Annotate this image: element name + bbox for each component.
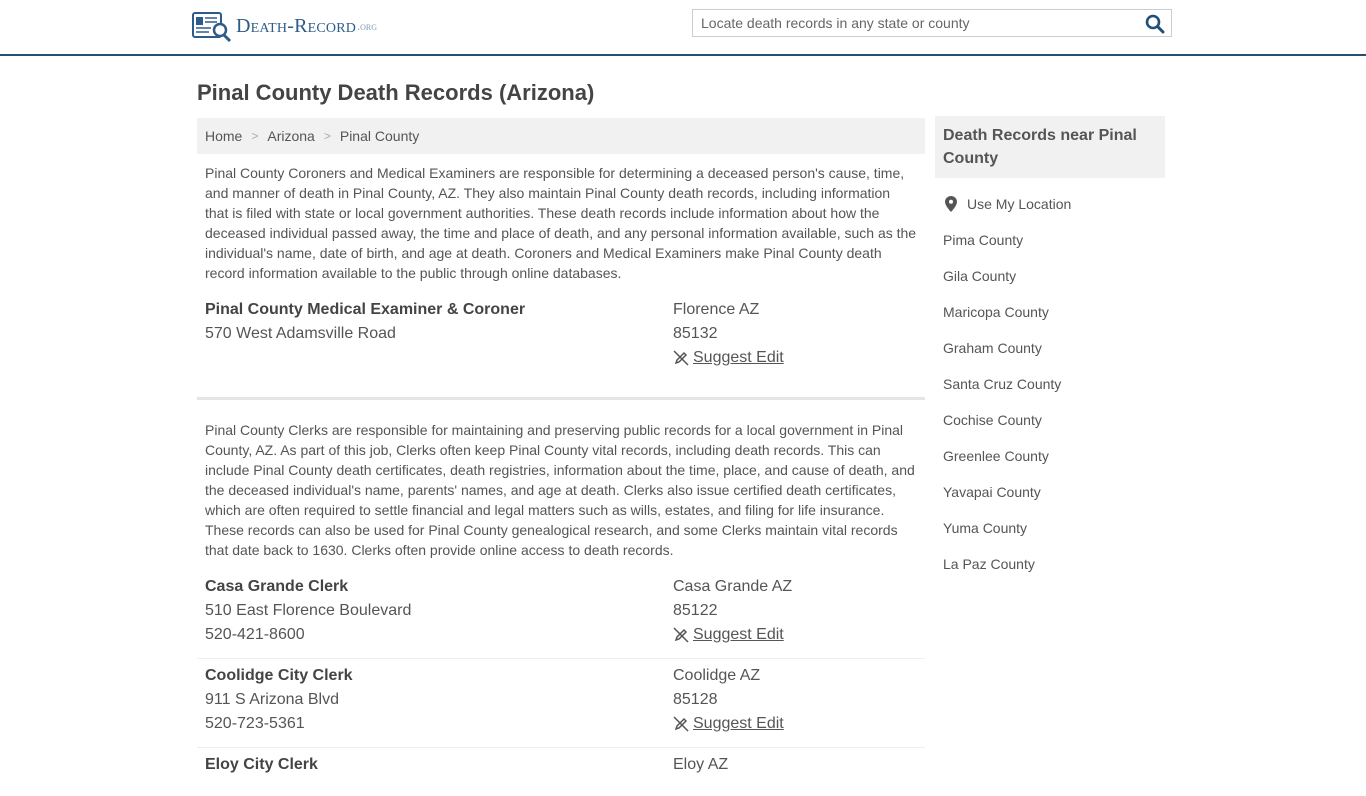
sidebar-heading: Death Records near Pinal County xyxy=(935,116,1165,178)
sidebar-county-link[interactable]: Graham County xyxy=(935,330,1165,366)
breadcrumb-separator: > xyxy=(251,129,259,143)
sidebar-county-link[interactable]: Pima County xyxy=(935,222,1165,258)
use-my-location-button[interactable]: Use My Location xyxy=(935,186,1165,222)
office-zip: 85132 xyxy=(673,325,718,342)
sidebar-county-link[interactable]: Yavapai County xyxy=(935,474,1165,510)
main-content: Home > Arizona > Pinal County Pinal Coun… xyxy=(197,118,925,796)
search-icon[interactable] xyxy=(1145,14,1165,34)
office-entry: Eloy City Clerk Eloy AZ xyxy=(197,756,925,796)
office-name: Casa Grande Clerk xyxy=(205,578,349,595)
sidebar-county-link[interactable]: La Paz County xyxy=(935,546,1165,582)
office-city: Casa Grande AZ xyxy=(673,578,793,595)
office-city: Coolidge AZ xyxy=(673,667,761,684)
office-entry: Coolidge City Clerk 911 S Arizona Blvd 5… xyxy=(197,667,925,748)
suggest-edit-label: Suggest Edit xyxy=(693,349,784,366)
breadcrumb-county[interactable]: Pinal County xyxy=(340,128,419,144)
suggest-edit-link[interactable]: Suggest Edit xyxy=(673,349,784,367)
office-address: 570 West Adamsville Road xyxy=(205,325,396,342)
office-zip: 85128 xyxy=(673,691,718,708)
sidebar-county-link[interactable]: Santa Cruz County xyxy=(935,366,1165,402)
suggest-edit-link[interactable]: Suggest Edit xyxy=(673,715,784,733)
edit-off-icon xyxy=(673,627,689,643)
site-logo[interactable]: Death-Record .org xyxy=(191,10,377,42)
sidebar-county-link[interactable]: Cochise County xyxy=(935,402,1165,438)
breadcrumb-home[interactable]: Home xyxy=(205,128,242,144)
sidebar-county-link[interactable]: Yuma County xyxy=(935,510,1165,546)
edit-off-icon xyxy=(673,350,689,366)
sidebar-county-link[interactable]: Maricopa County xyxy=(935,294,1165,330)
coroner-description: Pinal County Coroners and Medical Examin… xyxy=(205,165,917,281)
office-entry: Pinal County Medical Examiner & Coroner … xyxy=(197,301,925,400)
office-name: Eloy City Clerk xyxy=(205,756,318,773)
nearby-counties-list: Use My Location Pima County Gila County … xyxy=(935,186,1165,582)
page-title: Pinal County Death Records (Arizona) xyxy=(197,80,595,105)
office-name: Coolidge City Clerk xyxy=(205,667,353,684)
breadcrumb-separator: > xyxy=(323,129,331,143)
sidebar-county-link[interactable]: Greenlee County xyxy=(935,438,1165,474)
suggest-edit-label: Suggest Edit xyxy=(693,626,784,643)
search-input[interactable] xyxy=(693,10,1141,36)
office-address: 911 S Arizona Blvd xyxy=(205,691,340,708)
use-my-location-label: Use My Location xyxy=(967,196,1072,212)
sidebar: Death Records near Pinal County Use My L… xyxy=(935,116,1165,582)
office-city: Florence AZ xyxy=(673,301,760,318)
office-entry: Casa Grande Clerk 510 East Florence Boul… xyxy=(197,578,925,659)
sidebar-county-link[interactable]: Gila County xyxy=(935,258,1165,294)
document-magnifier-icon xyxy=(192,12,232,42)
office-phone[interactable]: 520-723-5361 xyxy=(205,715,305,733)
office-zip: 85122 xyxy=(673,602,718,619)
clerk-description: Pinal County Clerks are responsible for … xyxy=(205,422,915,558)
suggest-edit-link[interactable]: Suggest Edit xyxy=(673,626,784,644)
map-pin-icon xyxy=(945,196,957,212)
logo-text: Death-Record xyxy=(236,14,357,37)
breadcrumb: Home > Arizona > Pinal County xyxy=(197,118,925,154)
edit-off-icon xyxy=(673,716,689,732)
breadcrumb-state[interactable]: Arizona xyxy=(267,128,314,144)
office-name: Pinal County Medical Examiner & Coroner xyxy=(205,301,526,318)
logo-tld: .org xyxy=(357,18,377,33)
search-box xyxy=(692,9,1172,37)
site-header: Death-Record .org xyxy=(0,0,1366,56)
office-city: Eloy AZ xyxy=(673,756,729,773)
office-address: 510 East Florence Boulevard xyxy=(205,602,412,619)
office-phone[interactable]: 520-421-8600 xyxy=(205,626,305,644)
suggest-edit-label: Suggest Edit xyxy=(693,715,784,732)
